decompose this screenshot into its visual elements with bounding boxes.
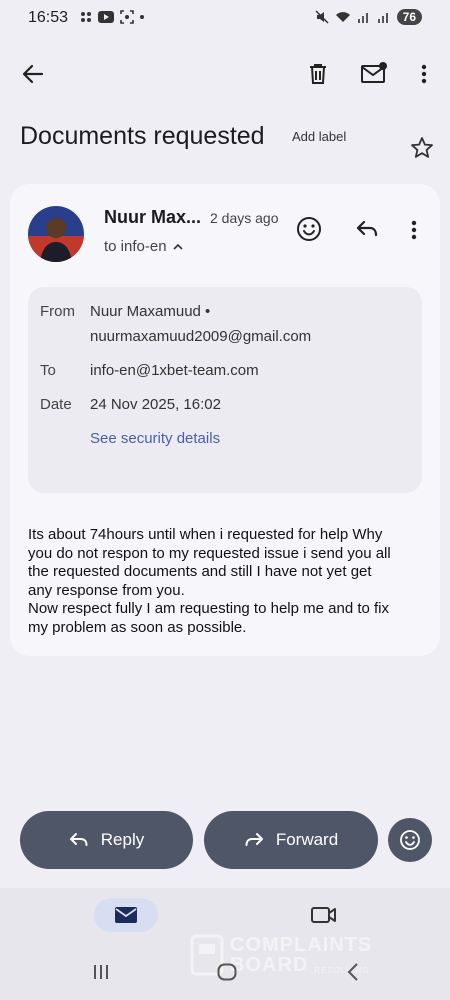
status-bar: 16:53 76 xyxy=(0,0,450,40)
from-name: Nuur Maxamuud • xyxy=(90,303,211,320)
wifi-icon xyxy=(335,12,350,22)
system-back-button[interactable] xyxy=(340,960,366,984)
email-body: Its about 74hours until when i requested… xyxy=(28,526,423,638)
to-label: To xyxy=(40,362,56,379)
recipient-summary-text: to info-en xyxy=(104,238,167,255)
reply-icon xyxy=(356,220,378,237)
body-line: any response from you. xyxy=(28,581,185,599)
email-subject: Documents requested xyxy=(20,122,265,150)
trash-icon xyxy=(310,64,326,84)
home-button[interactable] xyxy=(212,960,242,984)
battery-indicator: 76 xyxy=(396,9,422,25)
arrow-back-icon xyxy=(22,64,44,84)
message-more-button[interactable] xyxy=(404,218,424,242)
back-button[interactable] xyxy=(18,60,48,88)
more-vert-icon xyxy=(411,220,417,240)
nav-meet-tab[interactable] xyxy=(308,902,340,928)
date-value: 24 Nov 2025, 16:02 xyxy=(90,396,221,413)
status-time: 16:53 xyxy=(28,9,69,26)
to-email[interactable]: info-en@1xbet-team.com xyxy=(90,362,259,379)
status-right: 76 xyxy=(315,9,422,25)
notification-icons xyxy=(80,10,144,24)
home-icon xyxy=(217,963,237,981)
forward-label: Forward xyxy=(275,830,339,849)
body-line: my problem as soon as possible. xyxy=(28,618,247,636)
more-vert-icon xyxy=(421,64,427,84)
security-details-link[interactable]: See security details xyxy=(90,430,220,447)
recent-apps-icon xyxy=(94,965,108,979)
screenshot-icon xyxy=(120,10,134,24)
star-icon xyxy=(411,137,433,158)
recipient-summary[interactable]: to info-en xyxy=(104,238,183,255)
body-line: you do not respon to my requested issue … xyxy=(28,544,391,562)
nav-mail-tab[interactable] xyxy=(94,898,158,932)
chevron-left-icon xyxy=(347,963,358,981)
from-email[interactable]: nuurmaxamuud2009@gmail.com xyxy=(90,328,311,345)
mail-icon xyxy=(115,907,137,923)
grid-dots-icon xyxy=(81,12,91,22)
reply-icon xyxy=(69,833,88,846)
emoji-reaction-button[interactable] xyxy=(388,818,432,862)
mute-icon xyxy=(315,10,329,24)
star-button[interactable] xyxy=(408,134,436,162)
body-line: the requested documents and still I have… xyxy=(28,563,372,581)
sender-avatar[interactable] xyxy=(28,206,84,262)
recent-apps-button[interactable] xyxy=(86,960,116,984)
reply-icon-button[interactable] xyxy=(352,216,382,242)
sent-time: 2 days ago xyxy=(210,210,279,226)
avatar-photo xyxy=(28,206,84,262)
dot-icon xyxy=(140,15,144,19)
video-icon xyxy=(311,907,336,923)
body-line: Its about 74hours until when i requested… xyxy=(28,526,383,543)
more-options-button[interactable] xyxy=(414,60,434,88)
chevron-up-icon xyxy=(172,243,183,250)
sender-name[interactable]: Nuur Max... xyxy=(104,207,201,228)
signal-icon xyxy=(357,13,368,23)
reply-button[interactable]: Reply xyxy=(20,811,193,869)
forward-button[interactable]: Forward xyxy=(204,811,378,869)
reply-label: Reply xyxy=(100,830,145,849)
from-label: From xyxy=(40,303,75,320)
delete-button[interactable] xyxy=(304,60,332,88)
watermark-line-1: COMPLAINTS xyxy=(230,934,373,956)
mail-unread-icon xyxy=(361,62,387,83)
mark-unread-button[interactable] xyxy=(358,58,390,88)
email-details-panel xyxy=(28,287,422,493)
body-line: Now respect fully I am requesting to hel… xyxy=(28,600,390,618)
date-label: Date xyxy=(40,396,72,413)
react-emoji-button[interactable] xyxy=(294,214,324,244)
emoji-icon xyxy=(297,217,321,241)
forward-icon xyxy=(245,833,263,846)
add-label-button[interactable]: Add label xyxy=(292,129,346,144)
signal-icon-2 xyxy=(377,13,388,23)
emoji-icon xyxy=(400,830,420,850)
youtube-icon xyxy=(98,11,114,23)
